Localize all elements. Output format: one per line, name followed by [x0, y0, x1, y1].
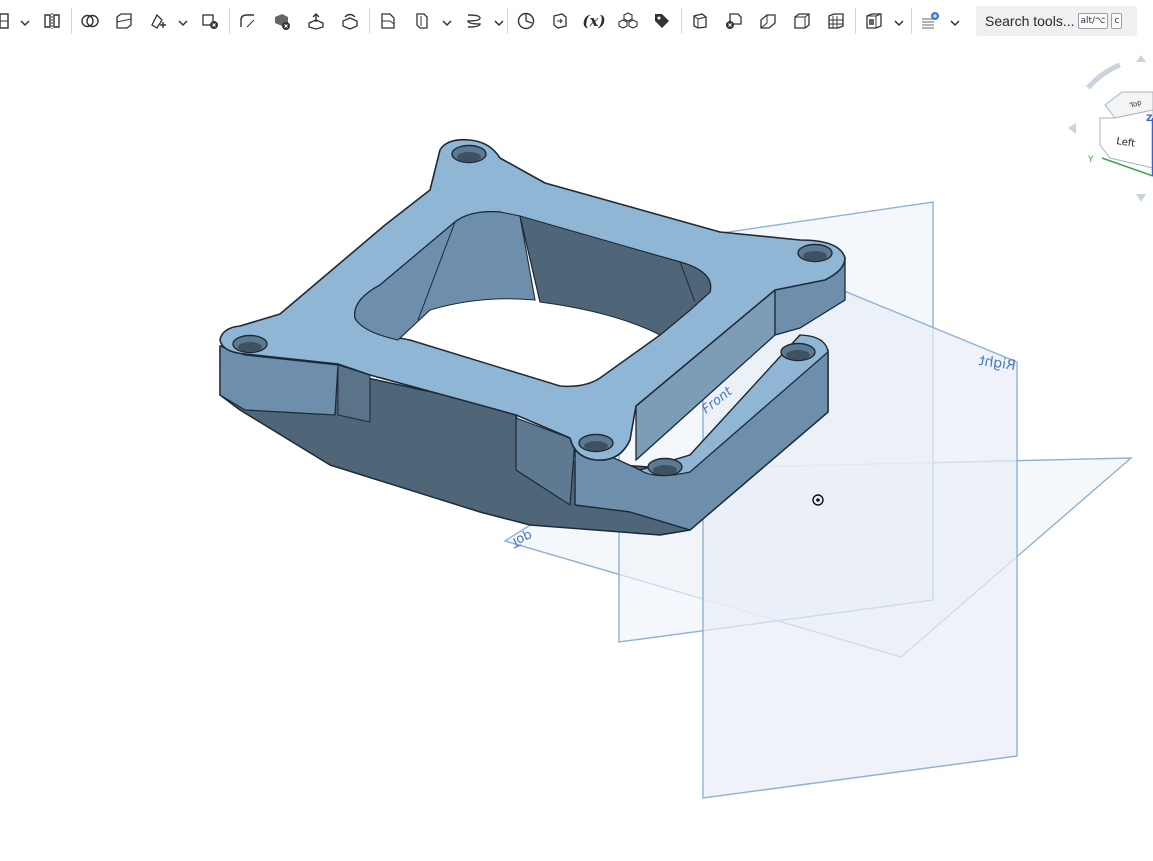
shortcut-modifier-key: alt/⌥ [1077, 13, 1109, 29]
chevron-down-icon[interactable] [441, 14, 453, 27]
mate-connector-icon[interactable] [410, 9, 434, 33]
delete-face-icon[interactable] [270, 9, 294, 33]
mirror-icon[interactable] [40, 9, 64, 33]
mounting-hole[interactable] [797, 243, 833, 263]
move-face-icon[interactable] [304, 9, 328, 33]
finish-icon[interactable] [862, 9, 886, 33]
tab-icon[interactable] [790, 9, 814, 33]
modify-fillet-icon[interactable] [236, 9, 260, 33]
sheet-metal-icon[interactable] [688, 9, 712, 33]
shortcut-key: c [1111, 13, 1123, 29]
arrow-up-icon[interactable] [1136, 55, 1146, 62]
axis-z-label: Z [1146, 114, 1153, 124]
rotate-arrow-icon[interactable] [1086, 62, 1121, 90]
graphics-viewport[interactable]: Top Front Right Top Left Y Z [0, 42, 1153, 861]
arrow-left-icon[interactable] [1068, 123, 1076, 134]
mounting-hole[interactable] [578, 433, 614, 453]
mounting-hole[interactable] [780, 342, 816, 362]
split-icon[interactable] [112, 9, 136, 33]
toolbar-separator [911, 8, 912, 34]
partial-icon[interactable] [0, 9, 18, 33]
chevron-down-icon[interactable] [893, 14, 905, 27]
axis-y-label: Y [1087, 155, 1094, 165]
toolbar-separator [855, 8, 856, 34]
transform-icon[interactable] [146, 9, 170, 33]
boolean-icon[interactable] [78, 9, 102, 33]
chevron-down-icon[interactable] [493, 14, 505, 27]
configure-icon[interactable] [616, 9, 640, 33]
view-cube[interactable]: Top Left Y Z [1068, 55, 1153, 202]
search-tools-input[interactable]: Search tools... alt/⌥ c [976, 6, 1137, 36]
toolbar-separator [71, 8, 72, 34]
toolbar-separator [681, 8, 682, 34]
toolbar-separator [369, 8, 370, 34]
chevron-down-icon[interactable] [19, 14, 31, 27]
toolbar: (x) Search tools... alt/⌥ c [0, 0, 1153, 42]
toolbar-separator [229, 8, 230, 34]
toolbar-separator [507, 8, 508, 34]
variable-fx-icon[interactable]: (x) [580, 9, 608, 33]
mounting-hole[interactable] [647, 457, 683, 477]
mounting-hole[interactable] [232, 334, 268, 354]
plane-icon[interactable] [376, 9, 400, 33]
derived-icon[interactable] [548, 9, 572, 33]
arrow-down-icon[interactable] [1136, 194, 1146, 202]
variable-icon[interactable] [514, 9, 538, 33]
flange-icon[interactable] [756, 9, 780, 33]
chevron-down-icon[interactable] [177, 14, 189, 27]
sheet-table-icon[interactable] [824, 9, 848, 33]
sheet-metal-end-icon[interactable] [722, 9, 746, 33]
flange-part[interactable] [219, 138, 846, 536]
replace-face-icon[interactable] [338, 9, 362, 33]
model-scene: Top Front Right Top Left Y Z [219, 55, 1153, 799]
tag-icon[interactable] [650, 9, 674, 33]
chevron-down-icon[interactable] [949, 14, 961, 27]
delete-part-icon[interactable] [198, 9, 222, 33]
helix-icon[interactable] [462, 9, 486, 33]
mounting-hole[interactable] [451, 144, 487, 164]
search-tools-placeholder: Search tools... [985, 13, 1075, 29]
render-icon[interactable] [918, 9, 942, 33]
